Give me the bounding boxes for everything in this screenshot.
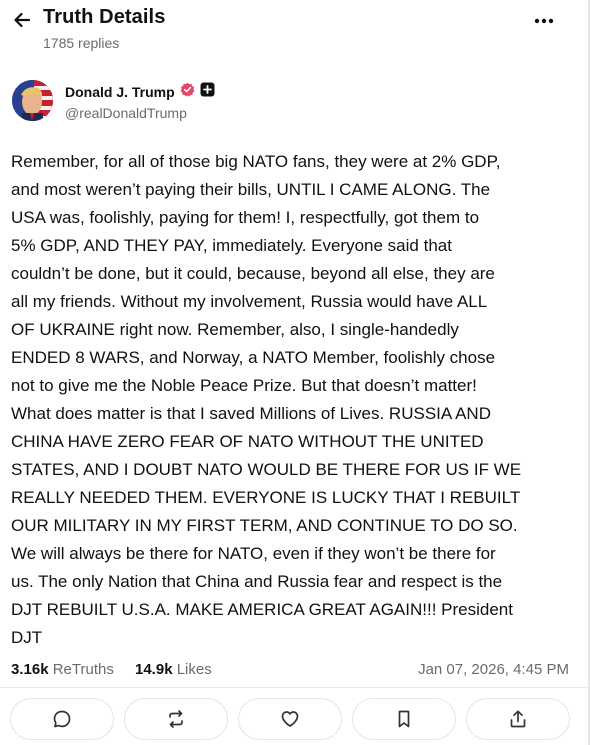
post-body-text: Remember, for all of those big NATO fans… [11, 152, 522, 647]
likes-count: 14.9k [135, 661, 173, 678]
author-name-row: Donald J. Trump [65, 82, 215, 102]
likes-label: Likes [176, 661, 212, 678]
like-button[interactable] [238, 698, 342, 740]
more-horizontal-icon [534, 18, 554, 24]
author-block: Donald J. Trump @realDonaldTrump [12, 78, 572, 124]
back-button[interactable] [10, 8, 34, 32]
avatar-portrait-icon [12, 80, 53, 121]
replies-count: 1785 replies [43, 35, 120, 51]
more-options-button[interactable] [530, 10, 558, 32]
page-title: Truth Details [43, 6, 166, 28]
truth-details-page: Truth Details 1785 replies Donald J. Tru… [0, 0, 590, 745]
page-header: Truth Details 1785 replies [0, 0, 588, 64]
verified-badge-icon [180, 82, 195, 102]
share-button[interactable] [466, 698, 570, 740]
retruths-stat[interactable]: 3.16k ReTruths [11, 661, 114, 678]
author-handle[interactable]: @realDonaldTrump [65, 105, 187, 121]
follow-plus-icon[interactable] [200, 82, 215, 102]
retruth-icon [169, 710, 183, 728]
bookmark-icon [398, 710, 410, 728]
stats-divider [0, 687, 588, 688]
retruths-count: 3.16k [11, 661, 49, 678]
likes-stat[interactable]: 14.9k Likes [135, 661, 212, 678]
share-icon [510, 710, 526, 728]
heart-icon [281, 711, 299, 727]
author-display-name[interactable]: Donald J. Trump [65, 84, 175, 100]
post-timestamp: Jan 07, 2026, 4:45 PM [418, 661, 569, 678]
bookmark-button[interactable] [352, 698, 456, 740]
avatar[interactable] [12, 80, 53, 121]
arrow-left-icon [14, 12, 31, 28]
reply-button[interactable] [10, 698, 114, 740]
retruths-label: ReTruths [52, 661, 114, 678]
post-stats: 3.16k ReTruths 14.9k Likes Jan 07, 2026,… [11, 661, 571, 683]
action-bar [10, 698, 572, 740]
retruth-button[interactable] [124, 698, 228, 740]
reply-icon [53, 710, 71, 728]
